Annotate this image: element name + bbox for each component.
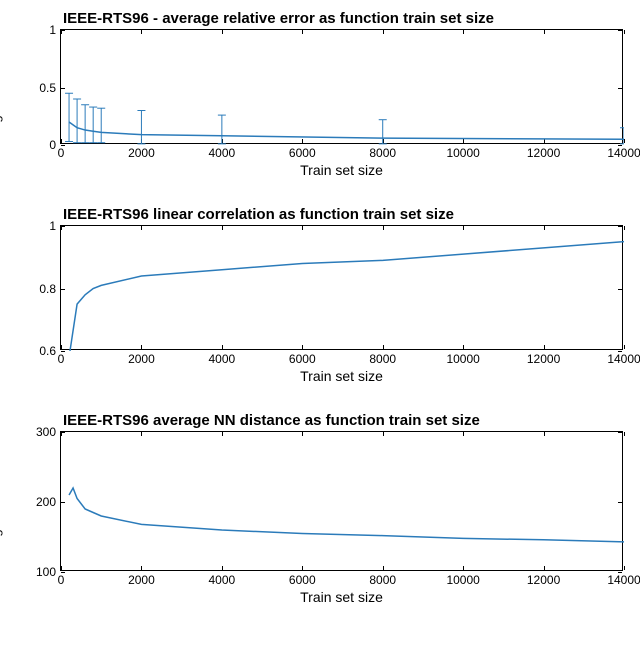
x-tick-label: 0 [58, 573, 65, 587]
error-bar [81, 105, 89, 143]
chart-title: IEEE-RTS96 linear correlation as functio… [63, 206, 635, 223]
tick-mark [624, 345, 625, 349]
error-bar [137, 111, 145, 144]
series-svg [61, 30, 624, 145]
tick-mark [618, 145, 622, 146]
y-tick-label: 200 [36, 495, 56, 509]
tick-mark [624, 432, 625, 436]
y-tick-label: 1 [49, 23, 56, 37]
x-tick-label: 4000 [208, 352, 235, 366]
y-tick-label: 0.8 [39, 282, 56, 296]
error-bar [89, 107, 97, 143]
x-axis-label: Train set size [60, 368, 623, 384]
plot-area: 0200040006000800010000120001400000.51 [60, 29, 623, 144]
data-line [69, 242, 624, 351]
x-axis-label: Train set size [60, 589, 623, 605]
y-axis-label: Average NN distance [0, 447, 3, 570]
error-bar [97, 108, 105, 143]
x-tick-label: 8000 [369, 573, 396, 587]
x-tick-label: 2000 [128, 352, 155, 366]
error-bar [65, 93, 73, 141]
chart-2: Average NN distanceIEEE-RTS96 average NN… [5, 412, 635, 605]
x-tick-label: 6000 [289, 573, 316, 587]
x-tick-label: 12000 [527, 352, 560, 366]
x-tick-label: 10000 [446, 573, 479, 587]
x-tick-label: 2000 [128, 573, 155, 587]
tick-mark [61, 572, 65, 573]
x-tick-label: 2000 [128, 146, 155, 160]
x-tick-label: 6000 [289, 146, 316, 160]
tick-mark [624, 139, 625, 143]
x-tick-label: 0 [58, 352, 65, 366]
y-tick-label: 0.6 [39, 344, 56, 358]
chart-title: IEEE-RTS96 - average relative error as f… [63, 10, 635, 27]
y-tick-label: 0 [49, 138, 56, 152]
tick-mark [618, 572, 622, 573]
series-svg [61, 226, 624, 351]
y-tick-label: 100 [36, 565, 56, 579]
x-tick-label: 14000 [607, 573, 640, 587]
x-tick-label: 10000 [446, 146, 479, 160]
x-tick-label: 12000 [527, 146, 560, 160]
data-line [69, 122, 624, 139]
x-tick-label: 0 [58, 146, 65, 160]
x-tick-label: 10000 [446, 352, 479, 366]
y-tick-label: 0.5 [39, 81, 56, 95]
y-tick-label: 300 [36, 425, 56, 439]
error-bar [379, 120, 387, 144]
plot-area: 020004000600080001000012000140000.60.81 [60, 225, 623, 350]
tick-mark [624, 226, 625, 230]
x-tick-label: 4000 [208, 573, 235, 587]
x-tick-label: 8000 [369, 352, 396, 366]
chart-title: IEEE-RTS96 average NN distance as functi… [63, 412, 635, 429]
error-bar [73, 99, 81, 143]
chart-0: Average relative errorIEEE-RTS96 - avera… [5, 10, 635, 178]
tick-mark [61, 145, 65, 146]
tick-mark [618, 351, 622, 352]
x-tick-label: 14000 [607, 146, 640, 160]
chart-1: Linear correlationIEEE-RTS96 linear corr… [5, 206, 635, 384]
x-tick-label: 12000 [527, 573, 560, 587]
tick-mark [624, 566, 625, 570]
data-line [69, 488, 624, 542]
y-tick-label: 1 [49, 219, 56, 233]
x-tick-label: 6000 [289, 352, 316, 366]
x-axis-label: Train set size [60, 162, 623, 178]
x-tick-label: 8000 [369, 146, 396, 160]
series-svg [61, 432, 624, 572]
x-tick-label: 4000 [208, 146, 235, 160]
tick-mark [61, 351, 65, 352]
x-tick-label: 14000 [607, 352, 640, 366]
y-axis-label: Average relative error [0, 32, 3, 157]
error-bar [620, 128, 624, 144]
error-bar [218, 115, 226, 144]
tick-mark [624, 30, 625, 34]
plot-area: 0200040006000800010000120001400010020030… [60, 431, 623, 571]
y-axis-label: Linear correlation [0, 245, 3, 345]
